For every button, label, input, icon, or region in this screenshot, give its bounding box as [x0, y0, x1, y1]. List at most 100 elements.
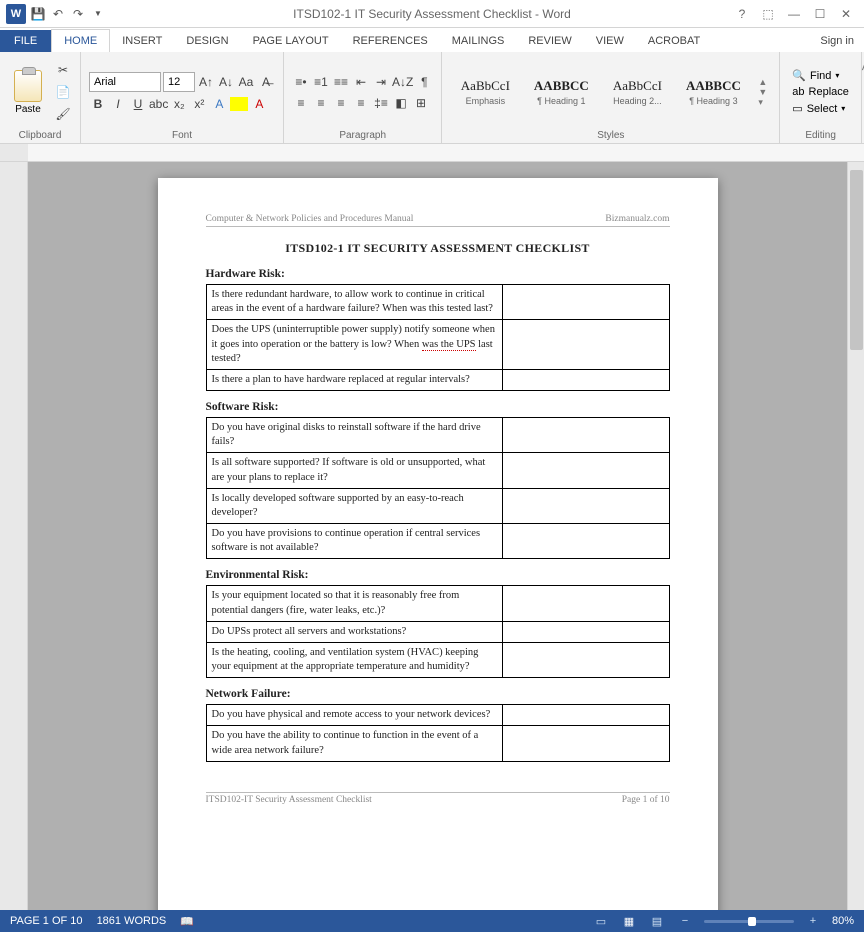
horizontal-ruler[interactable]: [0, 144, 864, 162]
bold-button[interactable]: B: [89, 95, 107, 113]
find-button[interactable]: 🔍Find▾: [788, 68, 853, 83]
question-cell[interactable]: Is there redundant hardware, to allow wo…: [206, 285, 502, 320]
answer-cell[interactable]: [502, 586, 669, 621]
qat-customize-icon[interactable]: ▼: [90, 6, 106, 22]
document-page[interactable]: Computer & Network Policies and Procedur…: [158, 178, 718, 910]
spellcheck-underline[interactable]: was the UPS: [422, 339, 476, 351]
question-cell[interactable]: Do you have the ability to continue to f…: [206, 726, 502, 761]
question-cell[interactable]: Is there a plan to have hardware replace…: [206, 369, 502, 390]
numbering-icon[interactable]: ≡1: [312, 73, 330, 91]
answer-cell[interactable]: [502, 453, 669, 488]
scroll-thumb[interactable]: [850, 170, 863, 350]
styles-more-icon[interactable]: ▲▼▾: [754, 77, 771, 108]
paste-button[interactable]: Paste: [8, 70, 48, 115]
answer-cell[interactable]: [502, 705, 669, 726]
align-right-icon[interactable]: ≡: [332, 94, 350, 112]
question-cell[interactable]: Do UPSs protect all servers and workstat…: [206, 621, 502, 642]
question-cell[interactable]: Do you have provisions to continue opera…: [206, 524, 502, 559]
print-layout-icon[interactable]: ▦: [620, 914, 638, 928]
zoom-out-icon[interactable]: −: [676, 914, 694, 928]
font-name-input[interactable]: [89, 72, 161, 92]
cut-icon[interactable]: ✂: [54, 61, 72, 79]
zoom-in-icon[interactable]: +: [804, 914, 822, 928]
sign-in-link[interactable]: Sign in: [810, 30, 864, 52]
web-layout-icon[interactable]: ▤: [648, 914, 666, 928]
help-icon[interactable]: ?: [730, 4, 754, 24]
clear-formatting-icon[interactable]: A̶: [257, 73, 275, 91]
read-mode-icon[interactable]: ▭: [592, 914, 610, 928]
style-3[interactable]: AABBCC¶ Heading 3: [678, 73, 748, 111]
copy-icon[interactable]: 📄: [54, 83, 72, 101]
question-cell[interactable]: Is locally developed software supported …: [206, 488, 502, 523]
align-center-icon[interactable]: ≡: [312, 94, 330, 112]
question-cell[interactable]: Is your equipment located so that it is …: [206, 586, 502, 621]
style-2[interactable]: AaBbCcIHeading 2...: [602, 73, 672, 111]
tab-review[interactable]: REVIEW: [516, 30, 583, 52]
highlight-icon[interactable]: [230, 97, 248, 111]
style-1[interactable]: AABBCC¶ Heading 1: [526, 73, 596, 111]
subscript-button[interactable]: x₂: [170, 95, 188, 113]
format-painter-icon[interactable]: 🖌: [54, 105, 72, 123]
tab-home[interactable]: HOME: [51, 29, 110, 52]
word-count[interactable]: 1861 WORDS: [97, 915, 167, 928]
superscript-button[interactable]: x²: [190, 95, 208, 113]
answer-cell[interactable]: [502, 726, 669, 761]
line-spacing-icon[interactable]: ‡≡: [372, 94, 390, 112]
vertical-ruler[interactable]: [0, 162, 28, 910]
shrink-font-icon[interactable]: A↓: [217, 73, 235, 91]
answer-cell[interactable]: [502, 524, 669, 559]
tab-mailings[interactable]: MAILINGS: [440, 30, 517, 52]
close-icon[interactable]: ✕: [834, 4, 858, 24]
replace-button[interactable]: abReplace: [788, 85, 853, 99]
minimize-icon[interactable]: —: [782, 4, 806, 24]
answer-cell[interactable]: [502, 320, 669, 370]
undo-icon[interactable]: ↶: [50, 6, 66, 22]
shading-icon[interactable]: ◧: [392, 94, 410, 112]
text-effects-icon[interactable]: A: [210, 95, 228, 113]
italic-button[interactable]: I: [109, 95, 127, 113]
question-cell[interactable]: Is all software supported? If software i…: [206, 453, 502, 488]
change-case-icon[interactable]: Aa: [237, 73, 255, 91]
decrease-indent-icon[interactable]: ⇤: [352, 73, 370, 91]
question-cell[interactable]: Is the heating, cooling, and ventilation…: [206, 642, 502, 677]
justify-icon[interactable]: ≡: [352, 94, 370, 112]
zoom-slider[interactable]: [704, 920, 794, 923]
show-marks-icon[interactable]: ¶: [415, 73, 433, 91]
tab-page-layout[interactable]: PAGE LAYOUT: [241, 30, 341, 52]
borders-icon[interactable]: ⊞: [412, 94, 430, 112]
increase-indent-icon[interactable]: ⇥: [372, 73, 390, 91]
bullets-icon[interactable]: ≡•: [292, 73, 310, 91]
vertical-scrollbar[interactable]: [847, 162, 864, 910]
grow-font-icon[interactable]: A↑: [197, 73, 215, 91]
sort-icon[interactable]: A↓Z: [392, 73, 413, 91]
strikethrough-button[interactable]: abc: [149, 95, 168, 113]
tab-design[interactable]: DESIGN: [174, 30, 240, 52]
select-button[interactable]: ▭Select▾: [788, 101, 853, 116]
tab-acrobat[interactable]: ACROBAT: [636, 30, 712, 52]
answer-cell[interactable]: [502, 285, 669, 320]
page-indicator[interactable]: PAGE 1 OF 10: [10, 915, 83, 928]
underline-button[interactable]: U: [129, 95, 147, 113]
tab-file[interactable]: FILE: [0, 30, 51, 52]
question-cell[interactable]: Does the UPS (uninterruptible power supp…: [206, 320, 502, 370]
document-area[interactable]: Computer & Network Policies and Procedur…: [28, 162, 847, 910]
font-color-icon[interactable]: A: [250, 95, 268, 113]
align-left-icon[interactable]: ≡: [292, 94, 310, 112]
spell-check-icon[interactable]: 📖: [180, 915, 194, 928]
tab-references[interactable]: REFERENCES: [341, 30, 440, 52]
save-icon[interactable]: 💾: [30, 6, 46, 22]
font-size-input[interactable]: [163, 72, 195, 92]
tab-insert[interactable]: INSERT: [110, 30, 174, 52]
tab-view[interactable]: VIEW: [584, 30, 636, 52]
maximize-icon[interactable]: ☐: [808, 4, 832, 24]
ribbon-options-icon[interactable]: ⬚: [756, 4, 780, 24]
answer-cell[interactable]: [502, 418, 669, 453]
style-0[interactable]: AaBbCcIEmphasis: [450, 73, 520, 111]
question-cell[interactable]: Do you have physical and remote access t…: [206, 705, 502, 726]
answer-cell[interactable]: [502, 621, 669, 642]
answer-cell[interactable]: [502, 488, 669, 523]
redo-icon[interactable]: ↷: [70, 6, 86, 22]
question-cell[interactable]: Do you have original disks to reinstall …: [206, 418, 502, 453]
zoom-value[interactable]: 80%: [832, 915, 854, 927]
answer-cell[interactable]: [502, 369, 669, 390]
